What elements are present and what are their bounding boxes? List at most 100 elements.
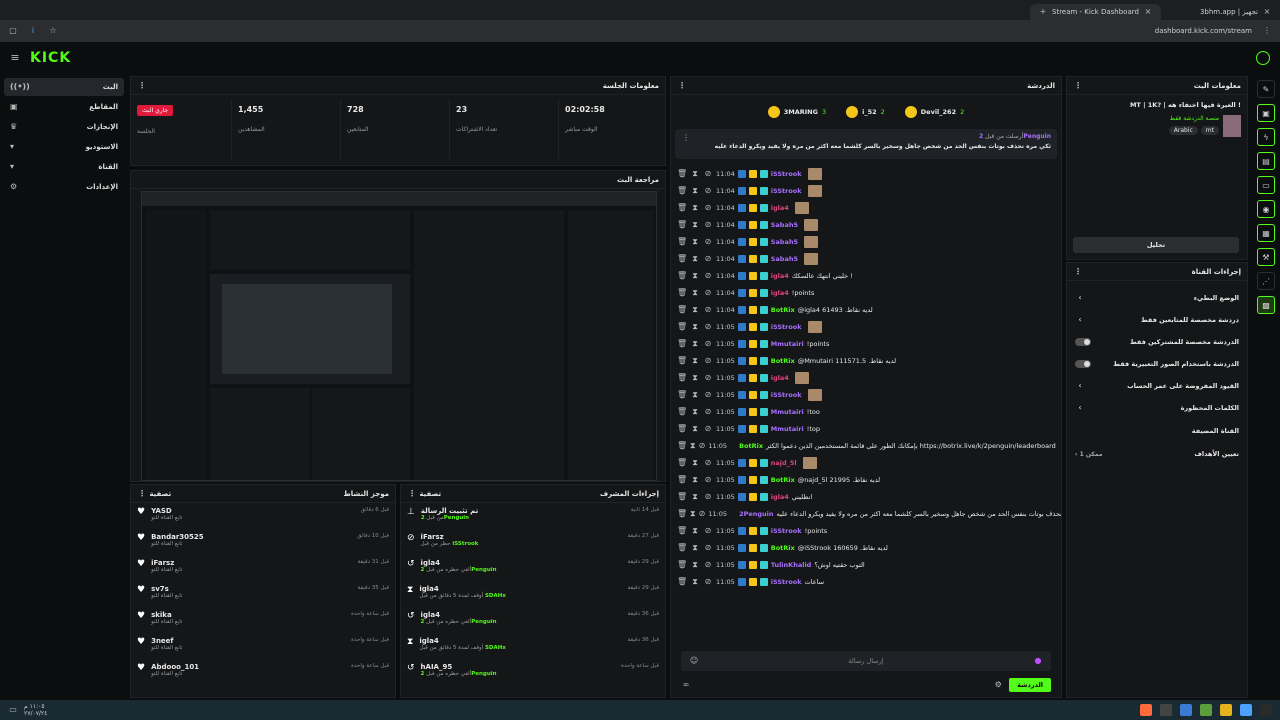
- mod-action-row[interactable]: ⧗ igla4 أوقف لمدة 5 دقائق من قبل SDAHx قبل …: [401, 581, 665, 607]
- activity-row[interactable]: ♥ sv7s تابع القناة للتو قبل 35 دقيقة: [131, 581, 395, 607]
- emoji-icon[interactable]: ☺: [689, 656, 699, 666]
- chat-user[interactable]: BotRix: [771, 476, 795, 484]
- timeout-icon[interactable]: ⧗: [690, 186, 700, 196]
- chat-input[interactable]: ☺ إرسال رسالة ●: [681, 651, 1051, 671]
- trash-icon[interactable]: 🗑: [677, 475, 687, 485]
- folder-icon[interactable]: [1220, 704, 1232, 716]
- sidebar-item-3[interactable]: ▾ الاستوديو: [4, 138, 124, 156]
- channel-action-row[interactable]: ‹ الوضع البطيء: [1067, 287, 1247, 309]
- rail-wrench-icon[interactable]: ⚒: [1257, 248, 1275, 266]
- chat-message[interactable]: 🗑 ⧗ ⊘ 11:05 Mmutairi !points: [671, 335, 1061, 352]
- app-icon[interactable]: [1160, 704, 1172, 716]
- chrome-icon[interactable]: [1240, 704, 1252, 716]
- chat-message[interactable]: 🗑 ⧗ ⊘ 11:04 igla4 خليني انتهك عالسكك !: [671, 267, 1061, 284]
- chat-user[interactable]: igla4: [771, 374, 789, 382]
- chat-user[interactable]: Sabah5: [771, 238, 798, 246]
- sidebar-item-0[interactable]: ((•)) البث: [4, 78, 124, 96]
- ban-icon[interactable]: ⊘: [703, 271, 713, 281]
- sidebar-item-1[interactable]: ▣ المقاطع: [4, 98, 124, 116]
- chat-message[interactable]: 🗑 ⧗ ⊘ 11:04 Sabah5: [671, 233, 1061, 250]
- timeout-icon[interactable]: ⧗: [690, 203, 700, 213]
- more-icon[interactable]: ⋮: [137, 81, 147, 91]
- rail-signal-icon[interactable]: ◉: [1257, 200, 1275, 218]
- monitor-icon[interactable]: ▭: [8, 705, 18, 715]
- ban-icon[interactable]: ⊘: [699, 441, 706, 451]
- chat-message[interactable]: 🗑 ⧗ ⊘ 11:05 igla4 انطليني: [671, 488, 1061, 505]
- chat-user[interactable]: BotRix: [771, 306, 795, 314]
- channel-action-row[interactable]: الدردشة مخصصة للمشتركين فقط: [1067, 331, 1247, 353]
- star-icon[interactable]: ☆: [48, 26, 58, 36]
- trash-icon[interactable]: 🗑: [677, 288, 687, 298]
- trash-icon[interactable]: 🗑: [677, 407, 687, 417]
- activity-user[interactable]: Abdooo_101: [151, 663, 199, 671]
- activity-row[interactable]: ♥ skika تابع القناة للتو قبل ساعة واحدة: [131, 607, 395, 633]
- mod-action-title[interactable]: hAIA_95: [421, 663, 497, 671]
- trash-icon[interactable]: 🗑: [677, 458, 687, 468]
- trash-icon[interactable]: 🗑: [677, 560, 687, 570]
- chat-send-button[interactable]: الدردشة: [1009, 678, 1051, 692]
- chat-message[interactable]: 🗑 ⧗ ⊘ 11:04 iSStrook: [671, 182, 1061, 199]
- rail-layout-icon[interactable]: ▦: [1257, 224, 1275, 242]
- chat-user[interactable]: igla4: [771, 493, 789, 501]
- mod-action-row[interactable]: ↺ hAIA_95 ألغي حظره من قبل 2Penguin قبل ساع…: [401, 659, 665, 685]
- avatar[interactable]: [1256, 51, 1270, 65]
- mod-action-title[interactable]: igla4: [419, 637, 506, 645]
- more-icon[interactable]: ⋮: [1073, 267, 1083, 277]
- activity-row[interactable]: ♥ Abdooo_101 تابع القناة للتو قبل ساعة واحد…: [131, 659, 395, 685]
- ban-icon[interactable]: ⊘: [703, 492, 713, 502]
- trash-icon[interactable]: 🗑: [677, 271, 687, 281]
- activity-user[interactable]: sv7s: [151, 585, 182, 593]
- timeout-icon[interactable]: ⧗: [690, 220, 700, 230]
- timeout-icon[interactable]: ⧗: [690, 526, 700, 536]
- timeout-icon[interactable]: ⧗: [690, 475, 700, 485]
- more-icon[interactable]: ⋮: [137, 489, 147, 499]
- timeout-icon[interactable]: ⧗: [690, 356, 700, 366]
- loop-icon[interactable]: ∞: [681, 680, 691, 690]
- trash-icon[interactable]: 🗑: [677, 339, 687, 349]
- chat-user[interactable]: BotRix: [771, 357, 795, 365]
- edit-stream-button[interactable]: تحليل: [1073, 237, 1239, 253]
- sidebar-item-4[interactable]: ▾ القناة: [4, 158, 124, 176]
- timeout-icon[interactable]: ⧗: [690, 441, 696, 451]
- sidebar-item-2[interactable]: ♛ الإنجازات: [4, 118, 124, 136]
- timeout-icon[interactable]: ⧗: [690, 509, 696, 519]
- activity-row[interactable]: ♥ Bandar30525 تابع القناة للتو قبل 10 دقائق: [131, 529, 395, 555]
- channel-action-row[interactable]: ‹ الكلمات المحظورة: [1067, 397, 1247, 419]
- rail-doc-icon[interactable]: ▤: [1257, 152, 1275, 170]
- start-icon[interactable]: [1260, 704, 1272, 716]
- more-icon[interactable]: ⋮: [677, 81, 687, 91]
- mic-icon[interactable]: ●: [1033, 656, 1043, 666]
- mod-action-row[interactable]: ⊥ تم تثبيت الرسالة من قبل 2Penguin قبل 14 ث…: [401, 503, 665, 529]
- chat-message[interactable]: 🗑 ⧗ ⊘ 11:05 TulinKhalid التوب حقتيه اوش؟: [671, 556, 1061, 573]
- chat-user[interactable]: iSStrook: [771, 527, 802, 535]
- chat-message[interactable]: 🗑 ⧗ ⊘ 11:05 iSStrook: [671, 386, 1061, 403]
- chat-user[interactable]: Sabah5: [771, 221, 798, 229]
- ban-icon[interactable]: ⊘: [703, 339, 713, 349]
- ban-icon[interactable]: ⊘: [703, 186, 713, 196]
- sidebar-icon[interactable]: ▢: [8, 26, 18, 36]
- top-gifter[interactable]: Devil_262 2: [904, 101, 964, 123]
- chat-message[interactable]: 🗑 ⧗ ⊘ 11:05 iSStrook: [671, 318, 1061, 335]
- timeout-icon[interactable]: ⧗: [690, 458, 700, 468]
- ban-icon[interactable]: ⊘: [703, 458, 713, 468]
- chat-message[interactable]: 🗑 ⧗ ⊘ 11:04 igla4: [671, 199, 1061, 216]
- trash-icon[interactable]: 🗑: [677, 254, 687, 264]
- timeout-icon[interactable]: ⧗: [690, 339, 700, 349]
- chat-user[interactable]: iSStrook: [771, 391, 802, 399]
- chat-user[interactable]: iSStrook: [771, 323, 802, 331]
- ban-icon[interactable]: ⊘: [703, 169, 713, 179]
- ban-icon[interactable]: ⊘: [703, 254, 713, 264]
- chat-user[interactable]: najd_5l: [771, 459, 797, 467]
- chat-user[interactable]: igla4: [771, 272, 789, 280]
- top-gifter[interactable]: i_52 2: [846, 101, 885, 123]
- trash-icon[interactable]: 🗑: [677, 186, 687, 196]
- goals-row[interactable]: › ممكن 1 تعيين الأهداف: [1067, 443, 1247, 465]
- rail-chat-icon[interactable]: ▭: [1257, 176, 1275, 194]
- timeout-icon[interactable]: ⧗: [690, 543, 700, 553]
- activity-user[interactable]: skika: [151, 611, 182, 619]
- chat-message[interactable]: 🗑 ⧗ ⊘ 11:05 Mmutairi !top: [671, 420, 1061, 437]
- chat-message[interactable]: 🗑 ⧗ ⊘ 11:05 iSStrook ساعات: [671, 573, 1061, 590]
- chat-message[interactable]: 🗑 ⧗ ⊘ 11:04 iSStrook: [671, 165, 1061, 182]
- timeout-icon[interactable]: ⧗: [690, 271, 700, 281]
- ban-icon[interactable]: ⊘: [703, 288, 713, 298]
